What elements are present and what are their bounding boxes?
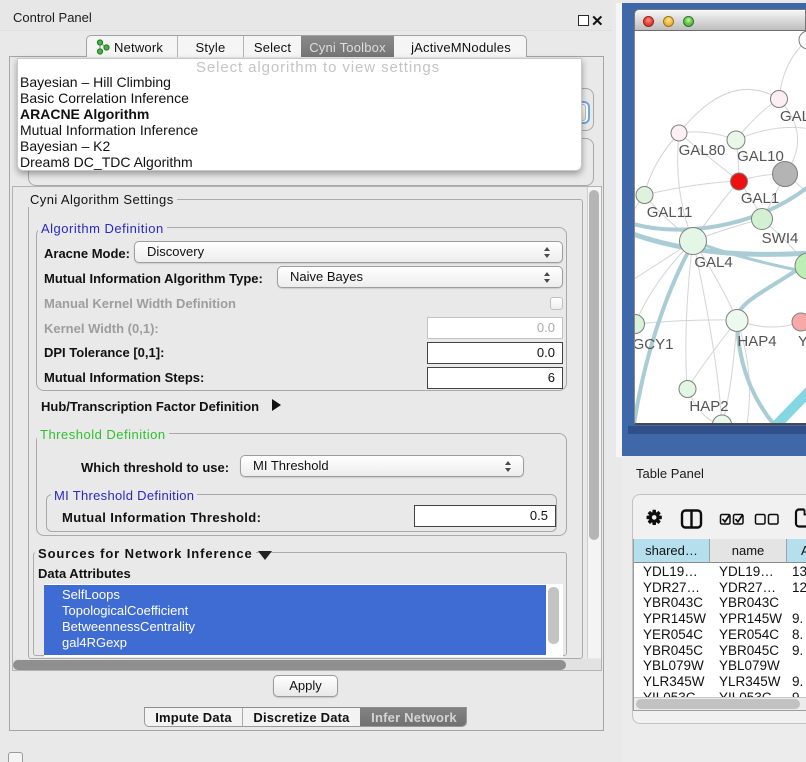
svg-text:HAP4: HAP4: [737, 333, 776, 350]
svg-text:GCY1: GCY1: [635, 336, 673, 353]
svg-text:SWI4: SWI4: [762, 230, 799, 247]
svg-text:GAL10: GAL10: [737, 148, 784, 165]
svg-text:HAP2: HAP2: [689, 398, 728, 415]
svg-text:GAL11: GAL11: [647, 204, 693, 221]
svg-text:GAL80: GAL80: [679, 142, 726, 159]
svg-text:GAL2: GAL2: [780, 108, 806, 125]
svg-text:GAL4: GAL4: [694, 254, 732, 271]
svg-text:Y: Y: [798, 333, 806, 350]
svg-text:GAL1: GAL1: [741, 190, 779, 207]
